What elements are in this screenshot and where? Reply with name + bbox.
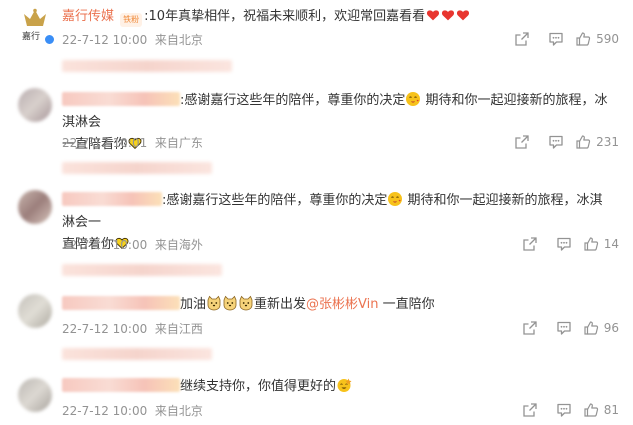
comment-body: 继续支持你，你值得更好的 — [180, 379, 337, 394]
reply-button[interactable] — [539, 30, 573, 48]
comment-meta: 22-7-12 10:00 来自北京 — [62, 402, 203, 419]
comment-body-b: 重新出发 — [254, 297, 307, 312]
comment-item: 继续支持你，你值得更好的 22-7-12 10:00 来自北京 81 — [0, 374, 633, 425]
comment-author-blurred[interactable] — [62, 92, 180, 106]
thumbs-up-icon — [575, 134, 591, 150]
avatar[interactable] — [18, 190, 52, 224]
comment-location: 来自江西 — [154, 322, 203, 336]
like-button[interactable]: 96 — [583, 320, 619, 336]
comment-meta: 22-7-12 10:00 来自海外 — [62, 236, 203, 253]
comment-body: :感谢嘉行这些年的陪伴，尊重你的决定 — [180, 93, 406, 108]
crown-logo-icon — [24, 8, 46, 26]
comment-location: 来自北京 — [154, 33, 203, 47]
comment-icon — [548, 31, 564, 47]
user-mention-link[interactable]: @张彬彬Vin — [306, 297, 378, 312]
comment-item: :感谢嘉行这些年的陪伴，尊重你的决定 期待和你一起迎接新的旅程，冰淇淋会一 直陪… — [0, 184, 633, 256]
reply-button[interactable] — [547, 401, 581, 419]
comment-meta: 22-7-12 10:00 来自北京 — [62, 31, 203, 48]
like-button[interactable]: 14 — [583, 236, 619, 252]
comment-body: :感谢嘉行这些年的陪伴，尊重你的决定 — [162, 193, 388, 208]
comment-time: 22-7-12 10:00 — [62, 404, 148, 418]
comment-actions: 96 — [513, 319, 619, 337]
comment-text: 嘉行传媒 铁粉:10年真挚相伴，祝福未来顺利，欢迎常回嘉看看 — [62, 6, 615, 28]
avatar[interactable] — [18, 378, 52, 412]
like-count: 231 — [596, 135, 619, 149]
kiss-emoji-icon — [387, 191, 403, 207]
share-icon — [522, 402, 538, 418]
share-button[interactable] — [513, 401, 547, 419]
blurred-reply-preview — [62, 60, 232, 72]
kiss-emoji-icon — [405, 91, 421, 107]
blurred-reply-preview — [62, 162, 212, 174]
comment-item: 加油 重新出发@张彬彬Vin 一直陪你 22-7-12 10:00 来自江西 96 — [0, 290, 633, 342]
like-count: 590 — [596, 32, 619, 46]
dog-emoji-icon — [222, 295, 238, 311]
comment-time: 22-7-12 10:00 — [62, 33, 148, 47]
reply-button[interactable] — [539, 133, 573, 151]
like-button[interactable]: 231 — [575, 134, 619, 150]
comment-item: 嘉行 嘉行传媒 铁粉:10年真挚相伴，祝福未来顺利，欢迎常回嘉看看 22-7-1… — [0, 0, 633, 52]
share-button[interactable] — [513, 235, 547, 253]
comment-item: :感谢嘉行这些年的陪伴，尊重你的决定 期待和你一起迎接新的旅程，冰淇淋会 一直陪… — [0, 84, 633, 156]
comment-time: 22-7-12 10:01 — [62, 136, 148, 150]
reply-button[interactable] — [547, 319, 581, 337]
reply-button[interactable] — [547, 235, 581, 253]
blurred-reply-preview — [62, 264, 222, 276]
comment-text: 加油 重新出发@张彬彬Vin 一直陪你 — [62, 294, 615, 316]
share-icon — [514, 134, 530, 150]
share-icon — [522, 236, 538, 252]
comment-location: 来自海外 — [154, 238, 203, 252]
heart-emoji-icon — [456, 8, 470, 22]
share-button[interactable] — [505, 30, 539, 48]
comment-icon — [548, 134, 564, 150]
comment-text: 继续支持你，你值得更好的 — [62, 376, 615, 398]
thumbs-up-icon — [583, 402, 599, 418]
comment-body-c: 一直陪你 — [382, 297, 435, 312]
comment-time: 22-7-12 10:00 — [62, 238, 148, 252]
share-icon — [514, 31, 530, 47]
comment-body: :10年真挚相伴，祝福未来顺利，欢迎常回嘉看看 — [144, 9, 426, 24]
comment-author-blurred[interactable] — [62, 192, 162, 206]
comment-author-blurred[interactable] — [62, 296, 180, 310]
thumbs-up-icon — [583, 320, 599, 336]
thumbs-up-icon — [575, 31, 591, 47]
comment-actions: 14 — [513, 235, 619, 253]
like-count: 96 — [603, 321, 619, 335]
comment-body: 加油 — [180, 297, 207, 312]
comment-actions: 81 — [513, 401, 619, 419]
share-button[interactable] — [505, 133, 539, 151]
fan-badge: 铁粉 — [120, 13, 143, 27]
cheer-emoji-icon — [336, 377, 352, 393]
dog-emoji-icon — [238, 295, 254, 311]
like-count: 14 — [603, 237, 619, 251]
like-button[interactable]: 81 — [583, 402, 619, 418]
heart-emoji-icon — [426, 8, 440, 22]
comment-meta: 22-7-12 10:01 来自广东 — [62, 134, 203, 151]
comment-actions: 231 — [505, 133, 619, 151]
comment-actions: 590 — [505, 30, 619, 48]
comment-icon — [556, 320, 572, 336]
comment-location: 来自广东 — [154, 136, 203, 150]
avatar[interactable] — [18, 88, 52, 122]
avatar[interactable] — [18, 294, 52, 328]
comment-time: 22-7-12 10:00 — [62, 322, 148, 336]
comment-meta: 22-7-12 10:00 来自江西 — [62, 320, 203, 337]
comment-author[interactable]: 嘉行传媒 — [62, 9, 114, 24]
verified-badge-icon — [44, 34, 55, 45]
dog-emoji-icon — [206, 295, 222, 311]
comment-icon — [556, 402, 572, 418]
heart-emoji-icon — [441, 8, 455, 22]
like-button[interactable]: 590 — [575, 31, 619, 47]
comment-location: 来自北京 — [154, 404, 203, 418]
like-count: 81 — [603, 403, 619, 417]
comment-author-blurred[interactable] — [62, 378, 180, 392]
avatar[interactable]: 嘉行 — [18, 8, 55, 45]
share-button[interactable] — [513, 319, 547, 337]
comment-icon — [556, 236, 572, 252]
share-icon — [522, 320, 538, 336]
avatar-logo-text: 嘉行 — [22, 32, 41, 42]
thumbs-up-icon — [583, 236, 599, 252]
blurred-reply-preview — [62, 348, 212, 360]
